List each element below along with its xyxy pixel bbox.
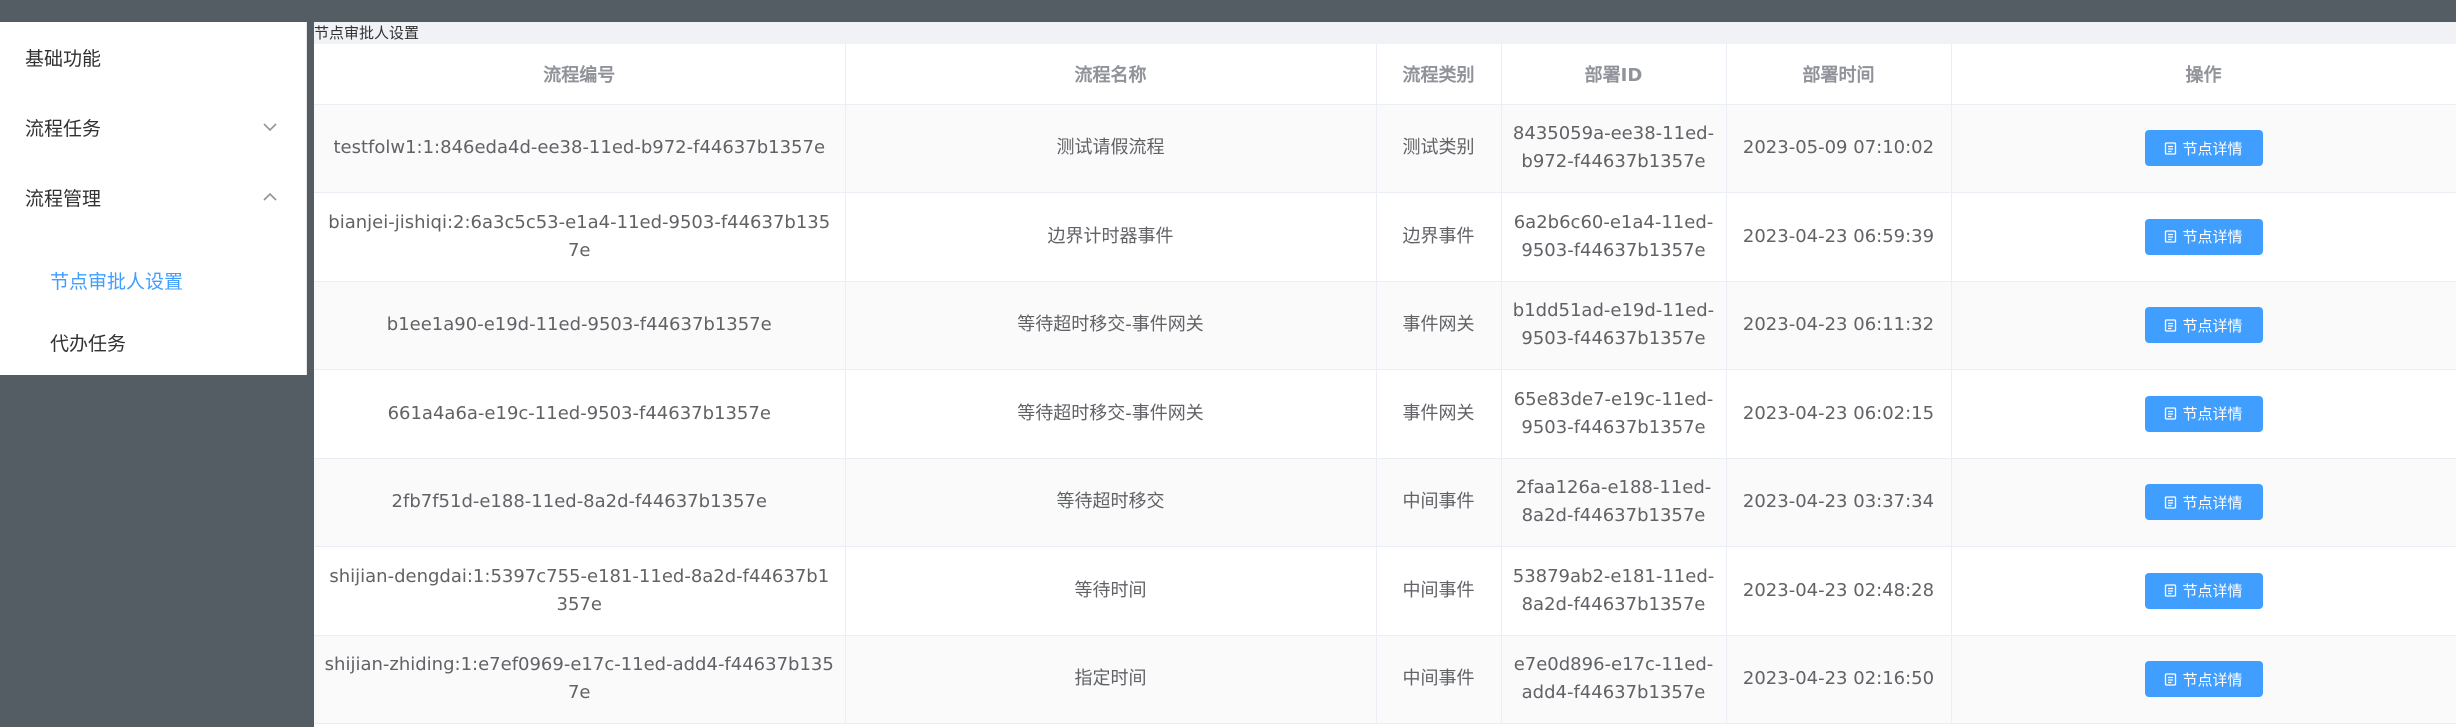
cell-process-name: 等待超时移交-事件网关: [845, 281, 1377, 370]
cell-process-name: 等待时间: [845, 546, 1377, 636]
cell-process-id: b1ee1a90-e19d-11ed-9503-f44637b1357e: [314, 281, 846, 370]
node-details-button-label: 节点详情: [2182, 139, 2243, 158]
cell-process-id: 2fb7f51d-e188-11ed-8a2d-f44637b1357e: [314, 458, 846, 547]
node-details-button[interactable]: 节点详情: [2144, 572, 2263, 609]
node-details-button-label: 节点详情: [2182, 228, 2243, 247]
cell-deploy-time: 2023-04-23 02:48:28: [1726, 546, 1952, 636]
sidebar-subitem-approver-settings[interactable]: 节点审批人设置: [0, 249, 307, 311]
table-row[interactable]: bianjei-jishiqi:2:6a3c5c53-e1a4-11ed-950…: [314, 192, 2456, 282]
sidebar: 基础功能 流程任务 流程管理 节点审批人设置 代办任务: [0, 22, 307, 375]
cell-deploy-time: 2023-04-23 02:16:50: [1726, 635, 1952, 724]
cell-deploy-id: 2faa126a-e188-11ed-8a2d-f44637b1357e: [1501, 458, 1727, 547]
table-header-row: 流程编号 流程名称 流程类别 部署ID 部署时间 操作: [314, 44, 2456, 105]
document-icon: [2164, 407, 2177, 420]
node-details-button[interactable]: 节点详情: [2144, 484, 2263, 521]
cell-process-category: 事件网关: [1376, 369, 1502, 459]
node-details-button[interactable]: 节点详情: [2144, 661, 2263, 698]
cell-process-category: 边界事件: [1376, 192, 1502, 282]
node-details-button-label: 节点详情: [2182, 670, 2243, 689]
node-details-button-label: 节点详情: [2182, 582, 2243, 601]
cell-deploy-id: 6a2b6c60-e1a4-11ed-9503-f44637b1357e: [1501, 192, 1727, 282]
node-details-button-label: 节点详情: [2182, 493, 2243, 512]
cell-deploy-id: 53879ab2-e181-11ed-8a2d-f44637b1357e: [1501, 546, 1727, 636]
cell-actions: 节点详情: [1951, 369, 2456, 459]
cell-process-id: 661a4a6a-e19c-11ed-9503-f44637b1357e: [314, 369, 846, 459]
cell-process-id: shijian-zhiding:1:e7ef0969-e17c-11ed-add…: [314, 635, 846, 724]
cell-deploy-id: 65e83de7-e19c-11ed-9503-f44637b1357e: [1501, 369, 1727, 459]
cell-process-category: 事件网关: [1376, 281, 1502, 370]
sidebar-item-label: 流程任务: [25, 117, 102, 140]
cell-process-name: 等待超时移交-事件网关: [845, 369, 1377, 459]
column-header-deploy-id[interactable]: 部署ID: [1501, 44, 1727, 105]
breadcrumb: 节点审批人设置: [314, 22, 2456, 44]
cell-deploy-time: 2023-04-23 06:59:39: [1726, 192, 1952, 282]
cell-process-category: 中间事件: [1376, 635, 1502, 724]
cell-deploy-id: b1dd51ad-e19d-11ed-9503-f44637b1357e: [1501, 281, 1727, 370]
table-row[interactable]: b1ee1a90-e19d-11ed-9503-f44637b1357e 等待超时…: [314, 281, 2456, 370]
cell-deploy-time: 2023-04-23 06:11:32: [1726, 281, 1952, 370]
column-header-process-id[interactable]: 流程编号: [314, 44, 846, 105]
node-details-button[interactable]: 节点详情: [2144, 307, 2263, 344]
cell-actions: 节点详情: [1951, 546, 2456, 636]
table-row[interactable]: 2fb7f51d-e188-11ed-8a2d-f44637b1357e 等待超时…: [314, 458, 2456, 547]
cell-actions: 节点详情: [1951, 192, 2456, 282]
main-content: 节点审批人设置 流程编号 流程名称 流程类别 部署ID 部署时间 操作 test…: [314, 22, 2456, 727]
sidebar-item-label: 基础功能: [25, 47, 102, 70]
sidebar-item-basic-functions[interactable]: 基础功能: [0, 22, 307, 92]
sidebar-item-process-tasks[interactable]: 流程任务: [0, 92, 307, 162]
cell-process-category: 中间事件: [1376, 546, 1502, 636]
chevron-down-icon: [261, 118, 279, 136]
cell-process-name: 指定时间: [845, 635, 1377, 724]
cell-actions: 节点详情: [1951, 104, 2456, 193]
column-header-actions[interactable]: 操作: [1951, 44, 2456, 105]
node-details-button[interactable]: 节点详情: [2144, 130, 2263, 167]
cell-process-id: shijian-dengdai:1:5397c755-e181-11ed-8a2…: [314, 546, 846, 636]
sidebar-subitem-label: 节点审批人设置: [50, 270, 184, 293]
table-row[interactable]: shijian-dengdai:1:5397c755-e181-11ed-8a2…: [314, 546, 2456, 636]
cell-deploy-time: 2023-05-09 07:10:02: [1726, 104, 1952, 193]
cell-process-category: 中间事件: [1376, 458, 1502, 547]
column-header-process-name[interactable]: 流程名称: [845, 44, 1377, 105]
cell-actions: 节点详情: [1951, 458, 2456, 547]
cell-deploy-id: e7e0d896-e17c-11ed-add4-f44637b1357e: [1501, 635, 1727, 724]
process-table: 流程编号 流程名称 流程类别 部署ID 部署时间 操作 testfolw1:1:…: [314, 44, 2456, 724]
column-header-deploy-time[interactable]: 部署时间: [1726, 44, 1952, 105]
document-icon: [2164, 142, 2177, 155]
node-details-button[interactable]: 节点详情: [2144, 218, 2263, 255]
cell-process-name: 测试请假流程: [845, 104, 1377, 193]
document-icon: [2164, 584, 2177, 597]
cell-deploy-time: 2023-04-23 06:02:15: [1726, 369, 1952, 459]
document-icon: [2164, 319, 2177, 332]
cell-process-category: 测试类别: [1376, 104, 1502, 193]
sidebar-subitem-label: 代办任务: [50, 332, 127, 355]
table-row[interactable]: shijian-zhiding:1:e7ef0969-e17c-11ed-add…: [314, 635, 2456, 724]
document-icon: [2164, 673, 2177, 686]
table-row[interactable]: 661a4a6a-e19c-11ed-9503-f44637b1357e 等待超时…: [314, 369, 2456, 459]
sidebar-item-process-management[interactable]: 流程管理: [0, 162, 307, 232]
cell-deploy-time: 2023-04-23 03:37:34: [1726, 458, 1952, 547]
document-icon: [2164, 230, 2177, 243]
cell-deploy-id: 8435059a-ee38-11ed-b972-f44637b1357e: [1501, 104, 1727, 193]
cell-process-id: bianjei-jishiqi:2:6a3c5c53-e1a4-11ed-950…: [314, 192, 846, 282]
sidebar-item-label: 流程管理: [25, 187, 102, 210]
cell-process-id: testfolw1:1:846eda4d-ee38-11ed-b972-f446…: [314, 104, 846, 193]
cell-process-name: 边界计时器事件: [845, 192, 1377, 282]
document-icon: [2164, 496, 2177, 509]
cell-actions: 节点详情: [1951, 281, 2456, 370]
column-header-process-category[interactable]: 流程类别: [1376, 44, 1502, 105]
breadcrumb-title: 节点审批人设置: [314, 24, 420, 42]
chevron-up-icon: [261, 188, 279, 206]
node-details-button-label: 节点详情: [2182, 405, 2243, 424]
node-details-button[interactable]: 节点详情: [2144, 395, 2263, 432]
node-details-button-label: 节点详情: [2182, 316, 2243, 335]
cell-process-name: 等待超时移交: [845, 458, 1377, 547]
sidebar-subitem-pending-tasks[interactable]: 代办任务: [0, 311, 307, 373]
top-bar: [0, 0, 2456, 22]
cell-actions: 节点详情: [1951, 635, 2456, 724]
table-row[interactable]: testfolw1:1:846eda4d-ee38-11ed-b972-f446…: [314, 104, 2456, 193]
